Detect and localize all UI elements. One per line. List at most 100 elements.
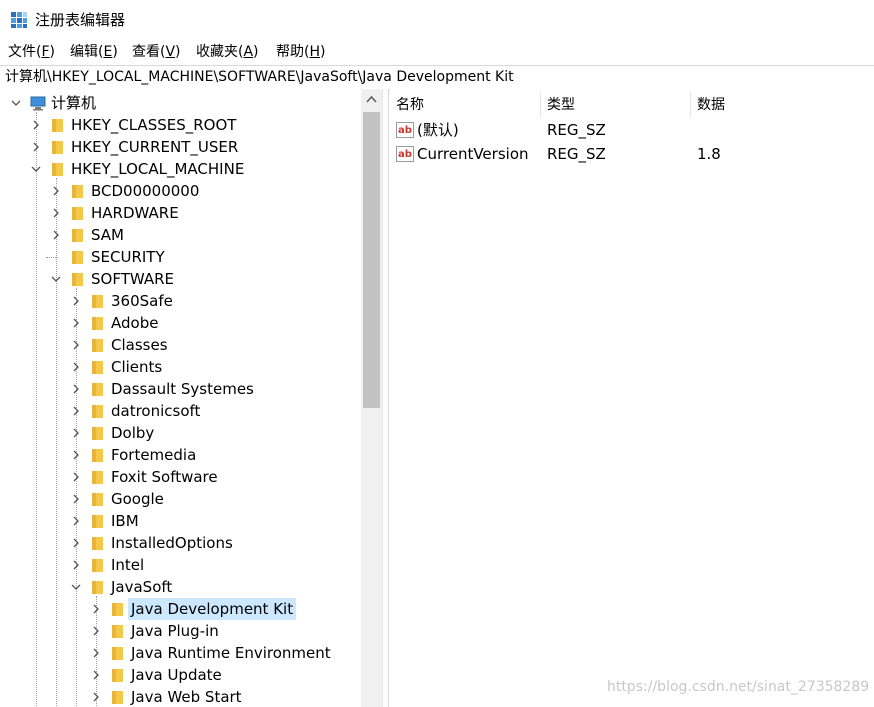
- tree-node[interactable]: SECURITY: [0, 246, 361, 268]
- key-tree-pane[interactable]: 计算机 HKEY_CLASSES_ROOT HKEY_CURRENT_USER HKE…: [0, 89, 382, 707]
- chevron-right-icon[interactable]: [70, 361, 82, 373]
- folder-icon: [92, 537, 103, 550]
- tree-node[interactable]: Clients: [0, 356, 361, 378]
- tree-node-label: HKEY_CLASSES_ROOT: [71, 116, 237, 134]
- tree-node[interactable]: Java Development Kit: [0, 598, 361, 620]
- chevron-right-icon[interactable]: [70, 537, 82, 549]
- chevron-right-icon[interactable]: [90, 669, 102, 681]
- chevron-right-icon[interactable]: [70, 295, 82, 307]
- column-header-data[interactable]: 数据: [691, 94, 871, 116]
- tree-node[interactable]: Adobe: [0, 312, 361, 334]
- tree-node[interactable]: datronicsoft: [0, 400, 361, 422]
- tree-node[interactable]: JavaSoft: [0, 576, 361, 598]
- chevron-right-icon[interactable]: [70, 493, 82, 505]
- pane-splitter[interactable]: [382, 89, 389, 707]
- chevron-right-icon[interactable]: [90, 691, 102, 703]
- address-bar[interactable]: 计算机\HKEY_LOCAL_MACHINE\SOFTWARE\JavaSoft…: [0, 65, 874, 90]
- chevron-right-icon[interactable]: [50, 185, 62, 197]
- tree-node-label: Java Plug-in: [131, 622, 219, 640]
- tree-node[interactable]: IBM: [0, 510, 361, 532]
- tree-scrollbar-thumb[interactable]: [363, 112, 380, 408]
- chevron-right-icon[interactable]: [70, 471, 82, 483]
- menu-help[interactable]: 帮助(H): [276, 42, 325, 62]
- tree-node[interactable]: Dolby: [0, 422, 361, 444]
- chevron-right-icon[interactable]: [30, 141, 42, 153]
- tree-node[interactable]: SAM: [0, 224, 361, 246]
- folder-icon: [92, 317, 103, 330]
- folder-icon: [92, 493, 103, 506]
- tree-node[interactable]: BCD00000000: [0, 180, 361, 202]
- tree-node[interactable]: Java Plug-in: [0, 620, 361, 642]
- folder-icon: [112, 647, 123, 660]
- tree-node-label: Dolby: [111, 424, 155, 442]
- chevron-right-icon[interactable]: [70, 317, 82, 329]
- tree-node-label: datronicsoft: [111, 402, 201, 420]
- folder-icon: [72, 207, 83, 220]
- value-row[interactable]: ab (默认) REG_SZ: [390, 118, 874, 142]
- tree-node[interactable]: Java Runtime Environment: [0, 642, 361, 664]
- menu-favorites[interactable]: 收藏夹(A): [196, 42, 259, 62]
- tree-node[interactable]: HARDWARE: [0, 202, 361, 224]
- tree-node-label: Google: [111, 490, 164, 508]
- chevron-right-icon[interactable]: [50, 207, 62, 219]
- value-row[interactable]: ab CurrentVersion REG_SZ 1.8: [390, 142, 874, 166]
- value-data: 1.8: [697, 145, 721, 163]
- tree-node-label: Java Update: [131, 666, 222, 684]
- tree-node[interactable]: Classes: [0, 334, 361, 356]
- chevron-down-icon[interactable]: [50, 273, 62, 285]
- chevron-right-icon[interactable]: [70, 427, 82, 439]
- menu-file[interactable]: 文件(F): [8, 42, 55, 62]
- tree-node[interactable]: HKEY_CLASSES_ROOT: [0, 114, 361, 136]
- tree-node-label: Intel: [111, 556, 145, 574]
- tree-node[interactable]: HKEY_LOCAL_MACHINE: [0, 158, 361, 180]
- chevron-right-icon[interactable]: [90, 625, 102, 637]
- value-type: REG_SZ: [547, 121, 606, 139]
- chevron-right-icon[interactable]: [30, 119, 42, 131]
- chevron-down-icon[interactable]: [30, 163, 42, 175]
- menu-edit[interactable]: 编辑(E): [70, 42, 118, 62]
- tree-node[interactable]: 计算机: [0, 92, 361, 114]
- tree-node[interactable]: HKEY_CURRENT_USER: [0, 136, 361, 158]
- chevron-right-icon[interactable]: [70, 383, 82, 395]
- chevron-right-icon[interactable]: [90, 603, 102, 615]
- chevron-right-icon[interactable]: [70, 559, 82, 571]
- tree-node-label: HKEY_LOCAL_MACHINE: [71, 160, 245, 178]
- values-list-pane[interactable]: [390, 89, 874, 707]
- tree-node-label: Classes: [111, 336, 168, 354]
- chevron-right-icon[interactable]: [70, 449, 82, 461]
- menu-view[interactable]: 查看(V): [132, 42, 181, 62]
- chevron-down-icon[interactable]: [10, 97, 22, 109]
- tree-node[interactable]: Foxit Software: [0, 466, 361, 488]
- tree-node-label: 360Safe: [111, 292, 173, 310]
- chevron-right-icon[interactable]: [50, 229, 62, 241]
- column-header-name[interactable]: 名称: [390, 94, 540, 116]
- tree-node[interactable]: Java Update: [0, 664, 361, 686]
- folder-icon: [52, 141, 63, 154]
- tree-node[interactable]: Intel: [0, 554, 361, 576]
- chevron-right-icon[interactable]: [90, 647, 102, 659]
- folder-icon: [92, 471, 103, 484]
- tree-node[interactable]: InstalledOptions: [0, 532, 361, 554]
- tree-node-label: 计算机: [51, 94, 97, 112]
- chevron-right-icon[interactable]: [70, 339, 82, 351]
- tree-node[interactable]: Dassault Systemes: [0, 378, 361, 400]
- tree-node-label: Fortemedia: [111, 446, 197, 464]
- tree-node[interactable]: Google: [0, 488, 361, 510]
- tree-node-label: Java Runtime Environment: [131, 644, 331, 662]
- folder-icon: [112, 603, 123, 616]
- folder-icon: [92, 405, 103, 418]
- chevron-right-icon[interactable]: [70, 405, 82, 417]
- value-type: REG_SZ: [547, 145, 606, 163]
- menu-bar: 文件(F) 编辑(E) 查看(V) 收藏夹(A) 帮助(H): [0, 40, 874, 64]
- folder-icon: [92, 339, 103, 352]
- chevron-right-icon[interactable]: [70, 515, 82, 527]
- tree-node[interactable]: SOFTWARE: [0, 268, 361, 290]
- column-header-type[interactable]: 类型: [541, 94, 690, 116]
- address-path[interactable]: 计算机\HKEY_LOCAL_MACHINE\SOFTWARE\JavaSoft…: [5, 68, 514, 87]
- tree-node[interactable]: Fortemedia: [0, 444, 361, 466]
- tree-node[interactable]: 360Safe: [0, 290, 361, 312]
- tree-node-label: Java Web Start: [131, 688, 242, 706]
- tree-node[interactable]: Java Web Start: [0, 686, 361, 707]
- scroll-up-arrow-icon[interactable]: [366, 94, 377, 105]
- chevron-down-icon[interactable]: [70, 581, 82, 593]
